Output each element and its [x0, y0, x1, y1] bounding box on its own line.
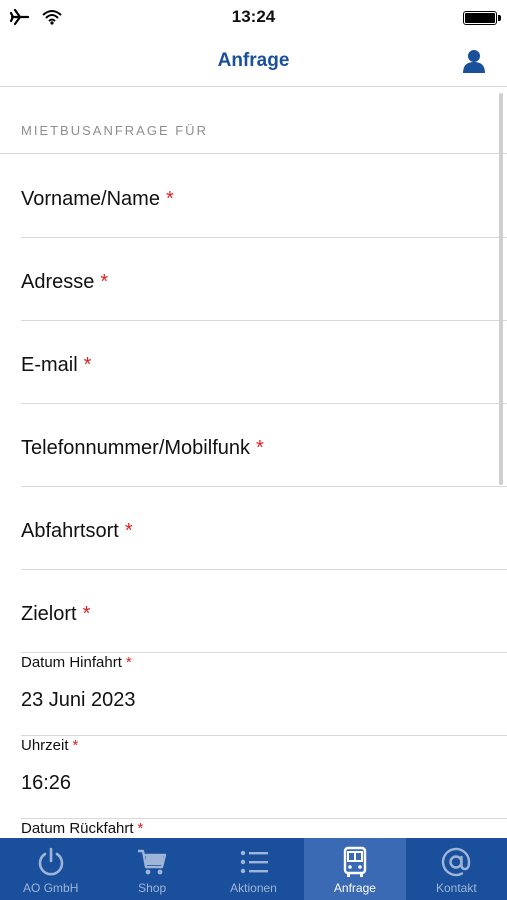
field-label: Telefonnummer/Mobilfunk * [21, 437, 264, 459]
user-icon[interactable] [461, 48, 487, 74]
status-time: 13:24 [231, 7, 276, 26]
address-field[interactable]: Adresse * [21, 237, 507, 321]
tab-kontakt[interactable]: Kontakt [406, 838, 507, 900]
nav-bar: Anfrage [0, 36, 507, 87]
status-bar: 13:24 [0, 0, 507, 36]
phone-field[interactable]: Telefonnummer/Mobilfunk * [21, 403, 507, 487]
tab-aktionen[interactable]: Aktionen [203, 838, 304, 900]
scrollbar[interactable] [499, 93, 503, 485]
section-header: MIETBUSANFRAGE FÜR [0, 87, 507, 154]
email-field[interactable]: E-mail * [21, 320, 507, 404]
list-icon [240, 850, 268, 874]
tab-bar: AO GmbH Shop Aktionen Anfrage Kontakt [0, 838, 507, 900]
field-label: Vorname/Name * [21, 188, 174, 210]
required-mark: * [137, 820, 144, 837]
tab-label: Shop [138, 881, 167, 895]
battery-cap [498, 15, 501, 21]
tab-anfrage[interactable]: Anfrage [304, 838, 406, 900]
required-mark: * [72, 737, 79, 754]
destination-field[interactable]: Zielort * [21, 569, 507, 653]
field-label: Zielort * [21, 603, 91, 625]
bus-icon [343, 846, 367, 877]
tab-label: Kontakt [435, 881, 477, 895]
return-date-field[interactable]: Datum Rückfahrt * [21, 818, 507, 838]
field-label: Adresse * [21, 271, 109, 293]
required-mark: * [82, 603, 91, 625]
field-label: E-mail * [21, 354, 92, 376]
tab-label: AO GmbH [23, 881, 79, 895]
cart-icon [138, 849, 167, 875]
tab-ao-gmbh[interactable]: AO GmbH [0, 838, 101, 900]
name-field[interactable]: Vorname/Name * [21, 154, 507, 238]
required-mark: * [100, 271, 109, 293]
required-mark: * [124, 520, 133, 542]
tab-label: Anfrage [333, 881, 376, 895]
tab-label: Aktionen [230, 881, 277, 895]
field-value[interactable]: 16:26 [21, 772, 71, 795]
required-mark: * [83, 354, 92, 376]
form-content[interactable]: MIETBUSANFRAGE FÜR Vorname/Name * Adresse… [0, 87, 507, 838]
departure-field[interactable]: Abfahrtsort * [21, 486, 507, 570]
field-value[interactable]: 23 Juni 2023 [21, 689, 136, 712]
section-header-label: MIETBUSANFRAGE FÜR [21, 123, 208, 138]
field-label: Datum Rückfahrt * [21, 820, 144, 837]
power-icon [38, 847, 63, 876]
outbound-date-field[interactable]: Datum Hinfahrt * 23 Juni 2023 [21, 652, 507, 736]
time-field[interactable]: Uhrzeit * 16:26 [21, 735, 507, 819]
required-mark: * [165, 188, 174, 210]
field-label: Abfahrtsort * [21, 520, 133, 542]
field-label: Uhrzeit * [21, 737, 79, 754]
battery-icon [463, 11, 497, 25]
page-title: Anfrage [217, 50, 290, 71]
at-icon [442, 847, 471, 877]
required-mark: * [125, 654, 132, 671]
field-label: Datum Hinfahrt * [21, 654, 132, 671]
required-mark: * [256, 437, 264, 459]
tab-shop[interactable]: Shop [101, 838, 202, 900]
